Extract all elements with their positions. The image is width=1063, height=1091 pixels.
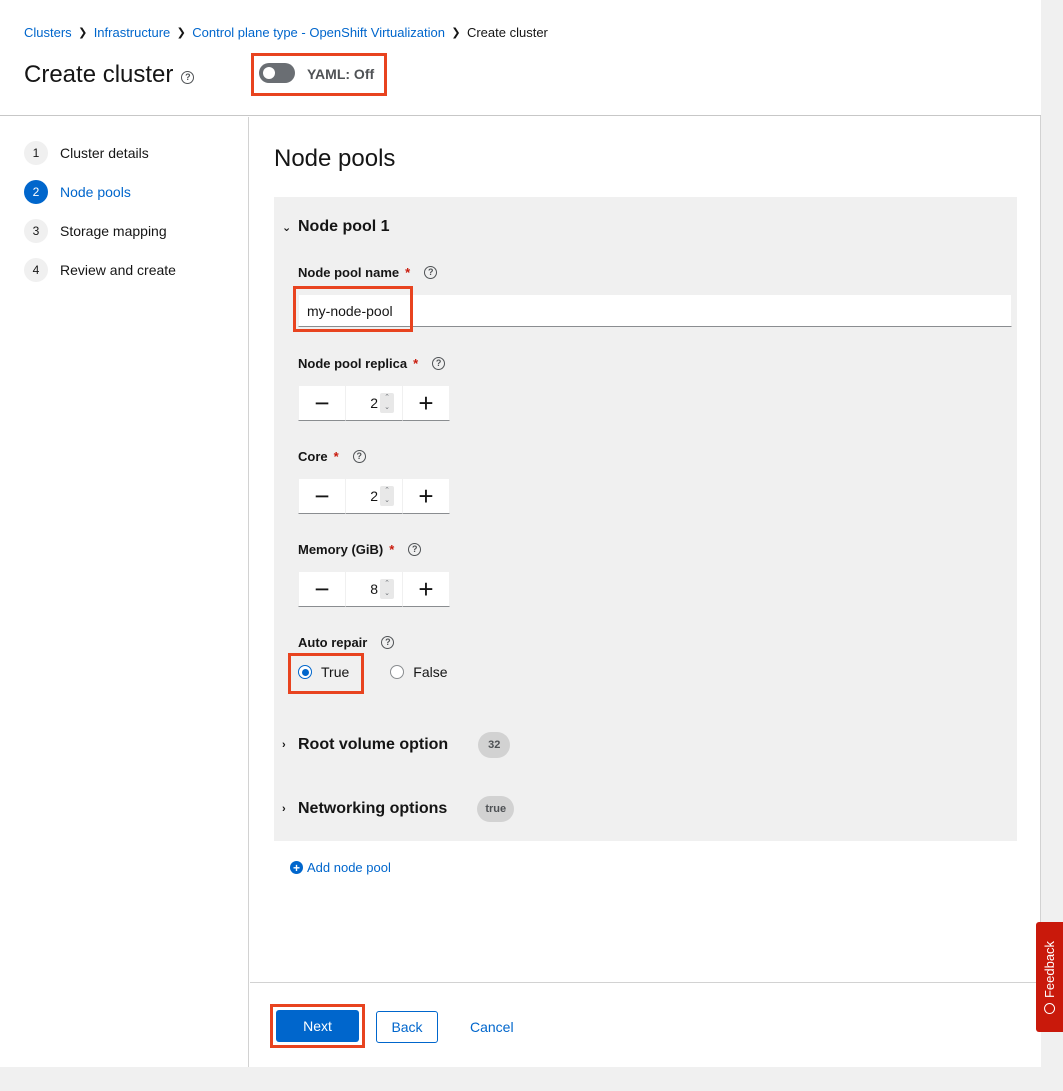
help-icon[interactable]: ? — [432, 357, 446, 370]
help-icon[interactable]: ? — [181, 70, 195, 84]
radio-true-label[interactable]: True — [321, 664, 349, 680]
page-card: Clusters ❯ Infrastructure ❯ Control plan… — [0, 0, 1041, 1067]
root-volume-badge: 32 — [478, 732, 511, 758]
spin-icon[interactable]: ⌃ ⌄ — [380, 579, 394, 599]
help-icon[interactable]: ? — [408, 543, 422, 556]
wizard-nav: 1 Cluster details 2 Node pools 3 Storage… — [0, 117, 249, 1067]
label-text: Node pool name — [298, 265, 400, 280]
page-title-text: Create cluster — [24, 61, 174, 88]
label-text: Core — [298, 449, 328, 464]
radio-false-label[interactable]: False — [413, 664, 447, 680]
step-number: 1 — [24, 141, 48, 165]
networking-toggle[interactable]: › Networking options true — [282, 796, 515, 822]
breadcrumb-infrastructure[interactable]: Infrastructure — [94, 25, 171, 40]
node-pool-1-toggle[interactable]: ⌄ Node pool 1 — [282, 218, 390, 236]
memory-value[interactable]: 8 ⌃ ⌄ — [346, 571, 402, 607]
radio-false[interactable] — [390, 665, 405, 679]
feedback-label: Feedback — [1042, 940, 1057, 998]
value-text: 8 — [370, 581, 378, 597]
help-icon[interactable]: ? — [381, 636, 395, 649]
plus-button[interactable]: + — [402, 478, 450, 514]
page-header: Clusters ❯ Infrastructure ❯ Control plan… — [0, 0, 1041, 116]
feedback-icon — [1044, 1002, 1055, 1014]
next-button[interactable]: Next — [276, 1010, 359, 1042]
replica-value[interactable]: 2 ⌃ ⌄ — [346, 385, 402, 421]
auto-repair-radio-group: True False — [298, 664, 448, 680]
core-stepper: − 2 ⌃ ⌄ + — [298, 478, 450, 514]
root-volume-toggle[interactable]: › Root volume option 32 — [282, 732, 511, 758]
breadcrumb-control-plane[interactable]: Control plane type - OpenShift Virtualiz… — [192, 25, 445, 40]
radio-true[interactable] — [298, 665, 312, 679]
section-title: Node pools — [274, 145, 396, 172]
root-volume-label: Root volume option — [298, 736, 449, 753]
memory-stepper: − 8 ⌃ ⌄ + — [298, 571, 450, 607]
label-text: Node pool replica — [298, 356, 408, 371]
help-icon[interactable]: ? — [424, 266, 438, 279]
wizard-footer: Next Back Cancel — [250, 982, 1041, 1067]
yaml-toggle[interactable]: YAML: Off — [251, 53, 387, 96]
node-pool-name-input[interactable] — [298, 294, 1012, 327]
node-pool-replica-label: Node pool replica * ? — [298, 356, 446, 371]
cancel-button[interactable]: Cancel — [458, 1011, 526, 1043]
plus-circle-icon: + — [290, 861, 303, 874]
step-number: 4 — [24, 258, 48, 282]
wizard-step-review-create[interactable]: 4 Review and create — [24, 258, 176, 282]
yaml-toggle-label: YAML: Off — [307, 66, 375, 82]
node-pool-panel: ⌄ Node pool 1 Node pool name * ? Node po… — [274, 197, 1017, 841]
chevron-right-icon: › — [282, 739, 286, 751]
replica-stepper: − 2 ⌃ ⌄ + — [298, 385, 450, 421]
required-mark: * — [389, 542, 395, 557]
chevron-right-icon: ❯ — [78, 27, 88, 39]
value-text: 2 — [370, 488, 378, 504]
node-pool-title: Node pool 1 — [298, 218, 390, 235]
minus-button[interactable]: − — [298, 478, 346, 514]
chevron-right-icon: ❯ — [451, 27, 461, 39]
add-node-pool-label: Add node pool — [307, 860, 391, 875]
back-button[interactable]: Back — [376, 1011, 438, 1043]
spin-icon[interactable]: ⌃ ⌄ — [380, 393, 394, 413]
breadcrumb: Clusters ❯ Infrastructure ❯ Control plan… — [24, 25, 548, 40]
label-text: Memory (GiB) — [298, 542, 384, 557]
breadcrumb-current: Create cluster — [466, 25, 548, 40]
chevron-right-icon: ❯ — [176, 27, 186, 39]
step-label: Storage mapping — [60, 223, 167, 239]
wizard-step-node-pools[interactable]: 2 Node pools — [24, 180, 131, 204]
step-number: 3 — [24, 219, 48, 243]
add-node-pool-link[interactable]: + Add node pool — [290, 860, 391, 875]
minus-button[interactable]: − — [298, 571, 346, 607]
plus-button[interactable]: + — [402, 385, 450, 421]
feedback-tab[interactable]: Feedback — [1036, 922, 1063, 1032]
toggle-switch[interactable] — [259, 63, 295, 83]
highlight-box: Next — [270, 1004, 365, 1048]
step-label: Review and create — [60, 262, 176, 278]
chevron-right-icon: › — [282, 803, 286, 815]
plus-button[interactable]: + — [402, 571, 450, 607]
core-value[interactable]: 2 ⌃ ⌄ — [346, 478, 402, 514]
value-text: 2 — [370, 395, 378, 411]
main-content: Node pools ⌄ Node pool 1 Node pool name … — [250, 117, 1041, 982]
node-pool-name-label: Node pool name * ? — [298, 265, 438, 280]
step-number: 2 — [24, 180, 48, 204]
label-text: Auto repair — [298, 635, 368, 650]
required-mark: * — [405, 265, 411, 280]
required-mark: * — [413, 356, 419, 371]
memory-label: Memory (GiB) * ? — [298, 542, 422, 557]
minus-button[interactable]: − — [298, 385, 346, 421]
networking-label: Networking options — [298, 800, 448, 817]
wizard-step-storage-mapping[interactable]: 3 Storage mapping — [24, 219, 167, 243]
help-icon[interactable]: ? — [352, 450, 366, 463]
step-label: Node pools — [60, 184, 131, 200]
wizard-step-cluster-details[interactable]: 1 Cluster details — [24, 141, 149, 165]
breadcrumb-clusters[interactable]: Clusters — [24, 25, 72, 40]
step-label: Cluster details — [60, 145, 149, 161]
networking-badge: true — [477, 796, 515, 822]
core-label: Core * ? — [298, 449, 366, 464]
chevron-down-icon: ⌄ — [282, 221, 292, 234]
required-mark: * — [333, 449, 339, 464]
spin-icon[interactable]: ⌃ ⌄ — [380, 486, 394, 506]
page-title: Create cluster ? — [24, 61, 195, 89]
auto-repair-label: Auto repair ? — [298, 635, 395, 650]
